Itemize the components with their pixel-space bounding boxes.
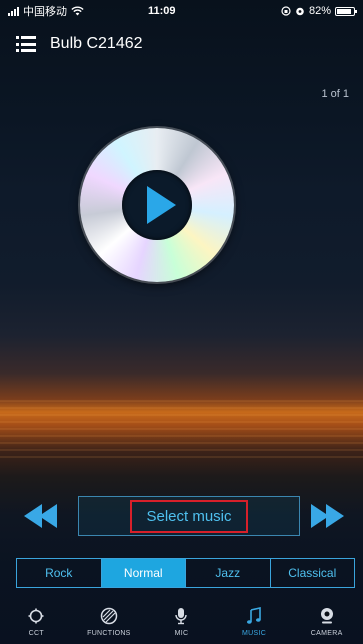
music-disc [80,128,234,282]
play-button[interactable] [122,170,192,240]
tab-label: MIC [174,630,189,637]
play-icon [146,186,176,224]
tab-camera[interactable]: CAMERA [290,606,363,644]
alarm-icon [296,7,304,16]
tab-label: CCT [28,630,44,637]
carrier-name: 中国移动 [23,6,67,18]
cct-icon [28,606,44,626]
tab-label: MUSIC [242,630,267,637]
device-title: Bulb C21462 [50,35,143,52]
tab-bar: CCT FUNCTIONS MIC MUSIC CAMERA [0,606,363,644]
mic-icon [174,606,188,626]
battery-icon [335,6,357,16]
music-icon [246,606,262,626]
select-music-label: Select music [130,499,248,533]
wifi-icon [71,6,84,16]
header: Bulb C21462 [16,30,347,58]
fast-forward-button[interactable] [309,504,349,528]
functions-icon [100,606,118,626]
tab-label: FUNCTIONS [87,630,131,637]
genre-normal[interactable]: Normal [101,559,186,587]
status-bar: 中国移动 11:09 82% [0,0,363,22]
battery-percent: 82% [308,5,331,17]
genre-selector: Rock Normal Jazz Classical [16,558,355,588]
tab-label: CAMERA [310,630,343,637]
sunset-background [0,0,363,644]
page-indicator: 1 of 1 [321,88,349,100]
tab-cct[interactable]: CCT [0,606,73,644]
select-music-button[interactable]: Select music [78,496,300,536]
menu-icon[interactable] [16,36,36,52]
playback-controls: Select music [18,494,353,538]
genre-classical[interactable]: Classical [271,559,355,587]
tab-functions[interactable]: FUNCTIONS [73,606,146,644]
camera-icon [319,606,335,626]
genre-rock[interactable]: Rock [17,559,102,587]
tab-music[interactable]: MUSIC [218,606,291,644]
rewind-button[interactable] [22,504,62,528]
tab-mic[interactable]: MIC [145,606,218,644]
signal-icon [8,6,19,16]
genre-jazz[interactable]: Jazz [186,559,271,587]
orientation-lock-icon [281,6,291,16]
status-time: 11:09 [148,5,176,17]
